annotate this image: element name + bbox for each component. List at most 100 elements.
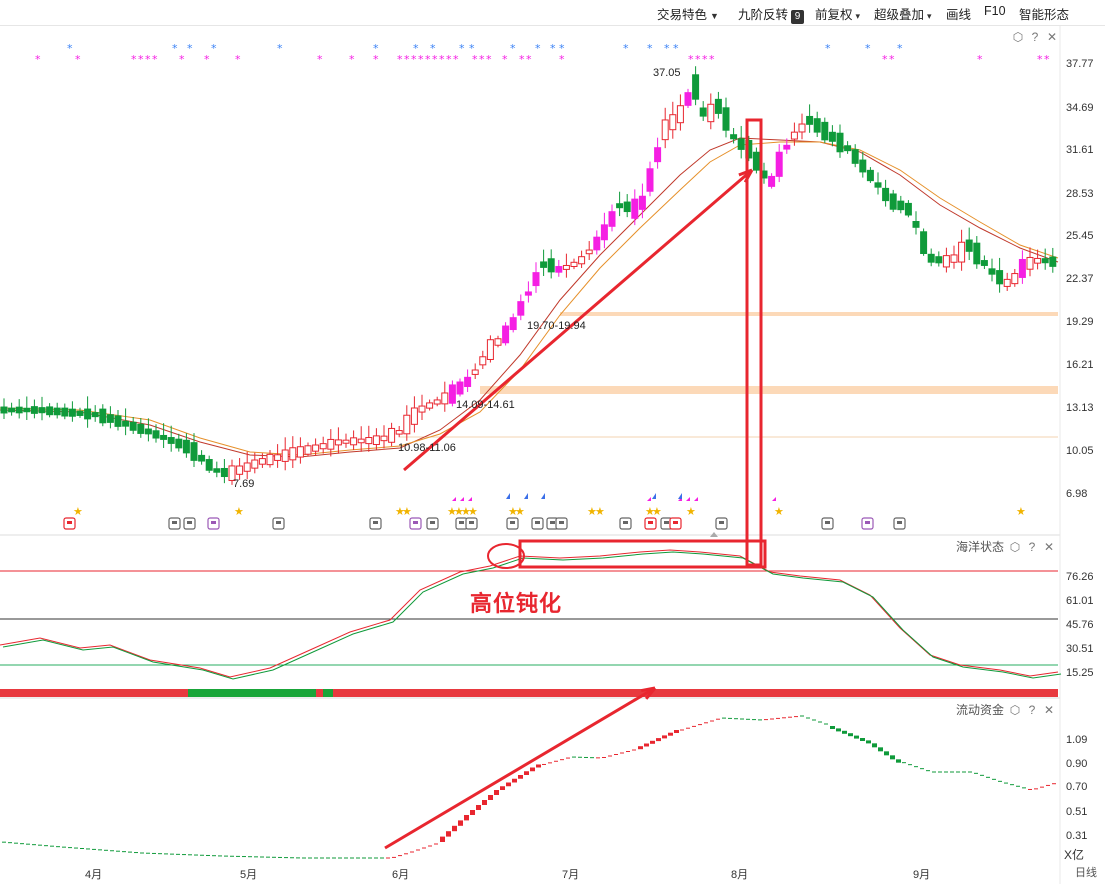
settings-icon[interactable]: ⬡: [1009, 541, 1021, 553]
gold-star-marker: ★: [402, 505, 412, 518]
pink-star-marker: *: [502, 53, 508, 66]
close-icon[interactable]: ✕: [1043, 704, 1055, 716]
pink-star-marker: *: [204, 53, 210, 66]
moving-average-line: [0, 141, 1059, 456]
signal-icon-mark: [673, 521, 678, 524]
stock-chart[interactable]: * * * * * * * * * * * * * * * * * * * * * * * * * * * * * * * * * * * * ** * *…: [0, 0, 1105, 884]
candle-body: [1011, 273, 1019, 285]
signal-icon-mark: [67, 521, 72, 524]
candle-body: [0, 406, 8, 414]
candle-body: [1003, 278, 1011, 287]
signal-icon-mark: [719, 521, 724, 524]
pink-star-marker: *: [702, 53, 708, 66]
status-bar: [0, 689, 1058, 697]
candle-body: [433, 399, 441, 405]
signal-triangle: [647, 497, 651, 501]
candle-body: [1018, 258, 1026, 278]
signal-triangle: [686, 497, 690, 501]
help-icon[interactable]: ?: [1026, 541, 1038, 553]
blue-star-marker: *: [647, 42, 653, 55]
candle-body: [494, 338, 502, 346]
blue-star-marker: *: [664, 42, 670, 55]
candle-body: [144, 428, 152, 435]
flow-bar: [890, 755, 895, 760]
candle-body: [555, 266, 563, 273]
help-icon[interactable]: ?: [1026, 704, 1038, 716]
month-label: 4月: [85, 869, 103, 881]
high-price-label: 37.05: [653, 67, 681, 79]
pink-star-marker: *: [145, 53, 151, 66]
flow-bar: [896, 759, 901, 763]
candle-body: [517, 301, 525, 316]
candle-body: [418, 405, 426, 413]
pink-star-marker: *: [152, 53, 158, 66]
signal-icon-mark: [276, 521, 281, 524]
settings-icon[interactable]: ⬡: [1012, 31, 1024, 43]
signal-icon-mark: [623, 521, 628, 524]
signal-icon-mark: [550, 521, 555, 524]
flow-bar: [482, 800, 487, 805]
candle-body: [737, 138, 745, 150]
signal-icon-mark: [211, 521, 216, 524]
pink-star-marker: *: [1044, 53, 1050, 66]
candle-body: [593, 236, 601, 251]
candle-body: [996, 270, 1004, 285]
settings-icon[interactable]: ⬡: [1009, 704, 1021, 716]
price-tick: 19.29: [1066, 316, 1094, 328]
range-label-3: 19.70-19.94: [527, 320, 586, 332]
pink-star-marker: *: [479, 53, 485, 66]
candle-body: [988, 268, 996, 275]
pink-star-marker: *: [709, 53, 715, 66]
pink-star-marker: *: [349, 53, 355, 66]
flow-tick: 0.90: [1066, 758, 1088, 770]
pink-star-marker: *: [235, 53, 241, 66]
price-tick: 31.61: [1066, 144, 1094, 156]
gold-star-marker: ★: [468, 505, 478, 518]
candle-body: [540, 261, 548, 268]
help-icon[interactable]: ?: [1029, 31, 1041, 43]
candle-body: [403, 414, 411, 435]
candle-body: [160, 434, 168, 440]
signal-icon-mark: [865, 521, 870, 524]
candle-body: [357, 438, 365, 444]
candle-body: [942, 255, 950, 268]
main-panel-controls: ⬡? ✕: [1007, 30, 1058, 44]
candle-body: [722, 107, 730, 131]
gold-star-marker: ★: [73, 505, 83, 518]
candle-body: [646, 168, 654, 192]
gold-star-marker: ★: [686, 505, 696, 518]
signal-icon-mark: [172, 521, 177, 524]
candle-body: [213, 468, 221, 473]
candle-body: [23, 407, 31, 413]
flow-bar: [530, 767, 535, 772]
range-label-1: 10.98-11.06: [398, 442, 456, 454]
pink-star-marker: *: [446, 53, 452, 66]
candle-body: [129, 421, 137, 431]
close-icon[interactable]: ✕: [1043, 541, 1055, 553]
ocean-tick: 61.01: [1066, 595, 1094, 607]
candle-body: [950, 254, 958, 263]
annotation-box: [745, 118, 763, 567]
price-tick: 6.98: [1066, 488, 1088, 500]
ocean-tick: 30.51: [1066, 643, 1094, 655]
flow-bar: [866, 740, 871, 744]
candle-body: [714, 98, 722, 114]
candle-body: [137, 423, 145, 434]
close-icon[interactable]: ✕: [1046, 31, 1058, 43]
flow-tick: 0.31: [1066, 830, 1088, 842]
month-label: 7月: [562, 869, 580, 881]
candle-body: [456, 381, 464, 395]
blue-star-marker: *: [897, 42, 903, 55]
ocean-panel-title: 海洋状态: [956, 540, 1005, 554]
candle-body: [859, 159, 867, 173]
candle-body: [692, 74, 700, 100]
flow-bar: [512, 778, 517, 783]
candle-body: [471, 369, 479, 375]
status-bar-segment: [188, 689, 316, 697]
candle-body: [661, 119, 669, 141]
signal-triangle: [678, 493, 682, 499]
candle-body: [616, 203, 624, 209]
signal-icon-mark: [187, 521, 192, 524]
flow-bar: [464, 815, 469, 821]
period-label[interactable]: 日线: [1075, 864, 1097, 880]
